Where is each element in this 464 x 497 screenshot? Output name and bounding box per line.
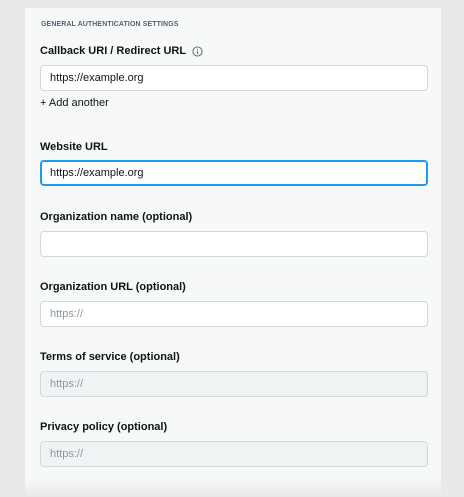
info-icon[interactable] [192,45,203,57]
organization-url-placeholder: https:// [50,308,84,320]
website-url-label-text: Website URL [40,141,108,153]
privacy-policy-label: Privacy policy (optional) [40,421,167,433]
organization-name-label: Organization name (optional) [40,211,192,223]
authentication-settings-panel: GENERAL AUTHENTICATION SETTINGS Callback… [24,8,442,497]
privacy-policy-placeholder: https:// [50,448,84,460]
organization-url-input[interactable]: https:// [40,301,428,327]
organization-url-label-text: Organization URL (optional) [40,281,186,293]
website-url-label: Website URL [40,141,108,153]
terms-of-service-input[interactable]: https:// [40,371,428,397]
add-another-button[interactable]: + Add another [40,97,109,109]
organization-url-label: Organization URL (optional) [40,281,186,293]
section-title: GENERAL AUTHENTICATION SETTINGS [41,21,179,28]
callback-uri-label: Callback URI / Redirect URL [40,45,203,57]
terms-of-service-label-text: Terms of service (optional) [40,351,180,363]
organization-name-input[interactable] [40,231,428,257]
privacy-policy-input[interactable]: https:// [40,441,428,467]
privacy-policy-label-text: Privacy policy (optional) [40,421,168,433]
terms-of-service-placeholder: https:// [50,378,84,390]
callback-uri-label-text: Callback URI / Redirect URL [40,45,187,57]
terms-of-service-label: Terms of service (optional) [40,351,180,363]
organization-name-label-text: Organization name (optional) [40,211,193,223]
callback-uri-input[interactable]: https://example.org [40,65,428,91]
website-url-input[interactable]: https://example.org [40,160,428,186]
